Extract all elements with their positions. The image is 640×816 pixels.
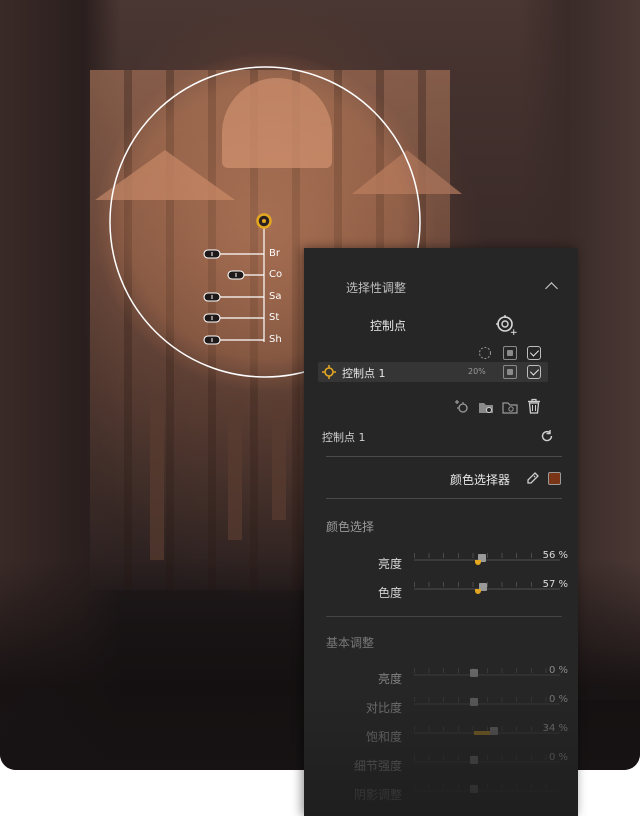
label-saturation: Sa — [269, 291, 282, 302]
ba-contrast-value: 0 % — [548, 694, 568, 705]
ba-shadow-label: 阴影调整 — [353, 788, 402, 802]
ba-detail-value: 0 % — [548, 752, 568, 763]
ba-contrast-label: 对比度 — [365, 701, 402, 715]
eyedropper-icon[interactable] — [526, 471, 540, 485]
ba-shadow-slider[interactable] — [414, 784, 560, 796]
show-mask-all-icon[interactable] — [503, 346, 517, 360]
selected-point-title: 控制点 1 — [322, 431, 366, 444]
control-point-target-icon — [322, 365, 336, 379]
ba-saturation-label: 饱和度 — [365, 730, 402, 744]
ungroup-folder-icon[interactable] — [502, 399, 518, 415]
label-brightness: Br — [269, 248, 280, 259]
svg-text:+: + — [510, 328, 518, 336]
divider — [326, 498, 562, 499]
divider — [326, 616, 562, 617]
add-control-point-icon[interactable]: + — [495, 314, 519, 336]
basic-adjust-title: 基本调整 — [326, 636, 375, 650]
duplicate-point-icon[interactable] — [454, 399, 470, 415]
control-point-name: 控制点 1 — [342, 367, 386, 380]
cs-brightness-value: 56 % — [542, 550, 568, 561]
enable-control-point-checkbox[interactable] — [527, 365, 541, 379]
color-picker-label: 颜色选择器 — [450, 473, 511, 487]
cs-chroma-label: 色度 — [377, 586, 402, 600]
show-selection-icon[interactable] — [478, 346, 492, 360]
label-contrast: Co — [269, 269, 283, 280]
ba-brightness-value: 0 % — [548, 665, 568, 676]
collapse-chevron-icon[interactable] — [545, 282, 558, 295]
enable-all-checkbox[interactable] — [527, 346, 541, 360]
control-point-opacity: 20% — [468, 367, 486, 376]
ba-detail-label: 细节强度 — [353, 759, 402, 773]
color-swatch[interactable] — [548, 472, 561, 485]
divider — [326, 456, 562, 457]
color-selection-title: 颜色选择 — [326, 520, 375, 534]
ba-brightness-label: 亮度 — [377, 672, 402, 686]
ba-saturation-value: 34 % — [542, 723, 568, 734]
reset-icon[interactable] — [540, 429, 554, 443]
cs-brightness-label: 亮度 — [377, 557, 402, 571]
section-title: 选择性调整 — [346, 281, 407, 295]
cs-chroma-value: 57 % — [542, 579, 568, 590]
group-folder-icon[interactable] — [478, 399, 494, 415]
show-mask-icon[interactable] — [503, 365, 517, 379]
selective-adjust-panel: 选择性调整 控制点 + 控制点 1 20% 控制点 1 颜色选择器 颜色选择 亮… — [304, 248, 578, 816]
delete-trash-icon[interactable] — [526, 398, 542, 414]
control-points-label: 控制点 — [370, 319, 407, 333]
label-structure: St — [269, 312, 280, 323]
label-shadows: Sh — [269, 334, 282, 345]
